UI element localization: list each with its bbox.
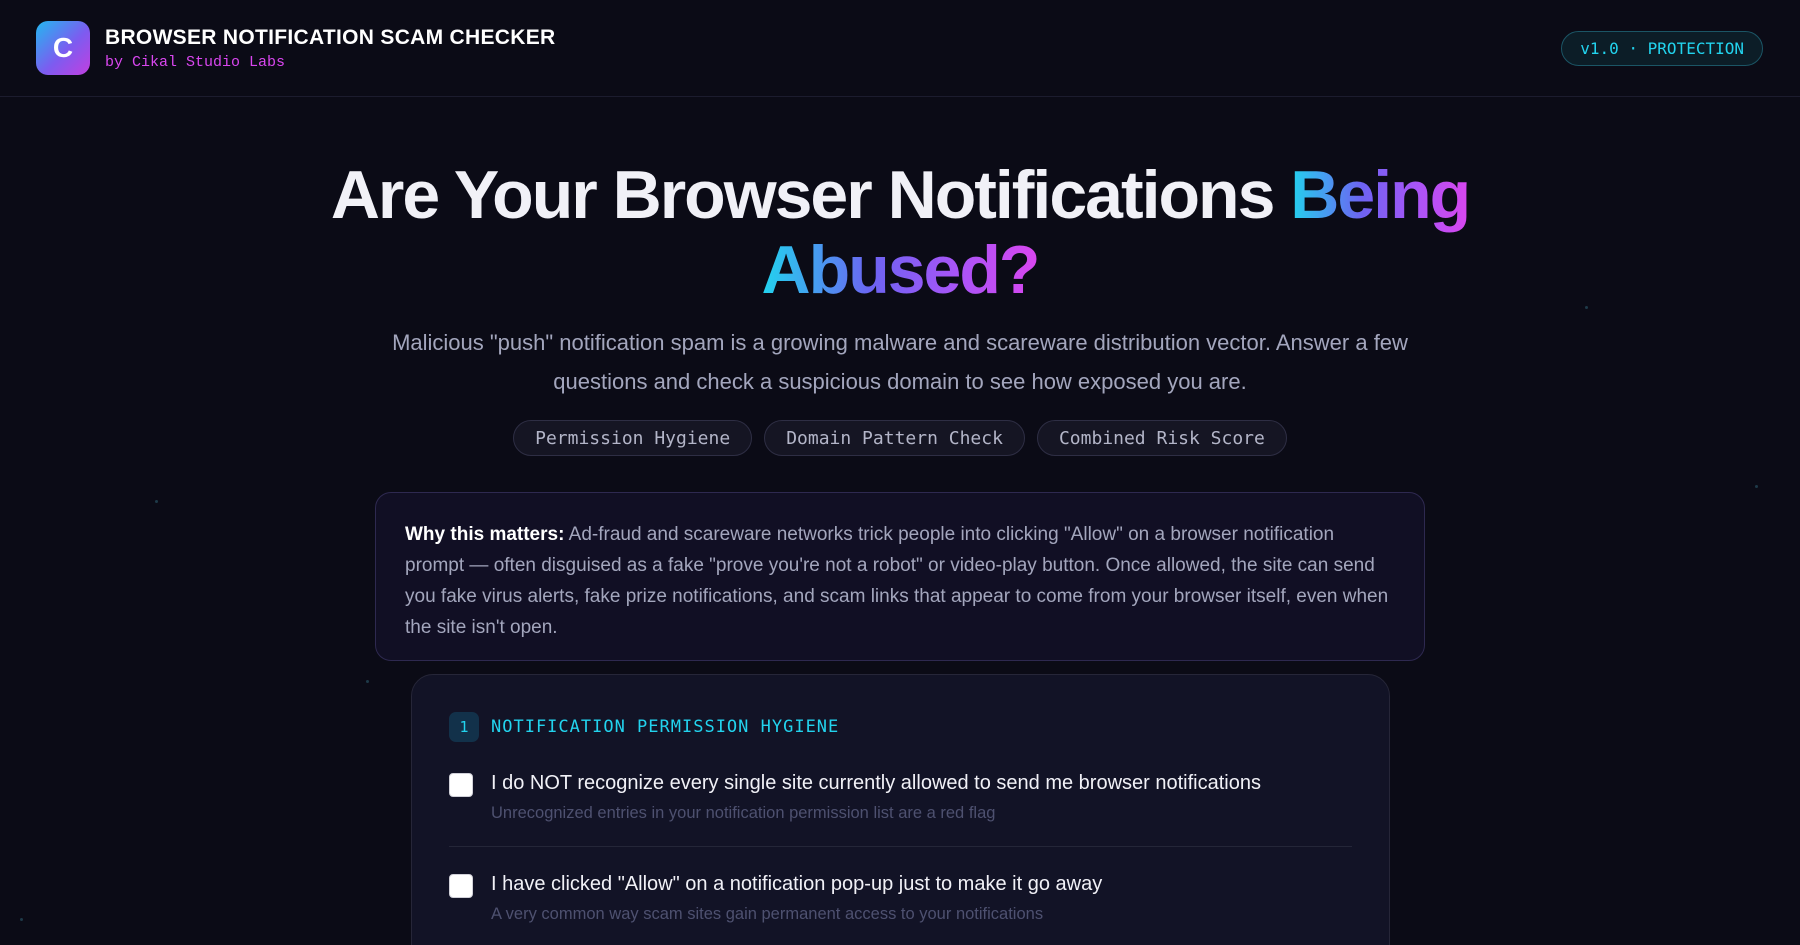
pill-domain-pattern-check: Domain Pattern Check xyxy=(764,420,1025,456)
hero-subtitle: Malicious "push" notification spam is a … xyxy=(392,330,1408,394)
checklist-item-text: I do NOT recognize every single site cur… xyxy=(491,770,1261,824)
background-star xyxy=(20,918,23,921)
brand[interactable]: C BROWSER NOTIFICATION SCAM CHECKER by C… xyxy=(36,21,556,75)
section-number: 1 xyxy=(449,712,479,742)
checklist-item-hint: Unrecognized entries in your notificatio… xyxy=(491,804,996,822)
app-header: C BROWSER NOTIFICATION SCAM CHECKER by C… xyxy=(0,0,1800,97)
section-header: 1 NOTIFICATION PERMISSION HYGIENE xyxy=(449,712,1352,742)
checkbox-unrecognized-sites[interactable] xyxy=(449,773,473,797)
why-this-matters-box: Why this matters: Ad-fraud and scareware… xyxy=(375,492,1425,661)
hero-title: Are Your Browser Notifications Being Abu… xyxy=(0,158,1800,308)
checklist-item[interactable]: I have clicked "Allow" on a notification… xyxy=(449,847,1352,925)
pill-permission-hygiene: Permission Hygiene xyxy=(513,420,753,456)
version-badge: v1.0 · PROTECTION xyxy=(1561,30,1763,66)
app-logo: C xyxy=(36,21,90,75)
hero-title-plain: Are Your Browser Notifications xyxy=(330,157,1291,233)
hero-title-highlight-1: Being xyxy=(1290,157,1471,233)
why-label: Why this matters: xyxy=(405,524,565,545)
logo-letter: C xyxy=(52,32,74,63)
section-title: NOTIFICATION PERMISSION HYGIENE xyxy=(491,717,840,737)
app-subtitle: by Cikal Studio Labs xyxy=(105,53,286,71)
feature-pills: Permission Hygiene Domain Pattern Check … xyxy=(0,420,1800,456)
checkbox-clicked-allow[interactable] xyxy=(449,874,473,898)
checklist-item-hint: A very common way scam sites gain perman… xyxy=(491,905,1044,923)
background-star xyxy=(155,500,158,503)
pill-combined-risk-score: Combined Risk Score xyxy=(1036,420,1287,456)
checklist-item-text: I have clicked "Allow" on a notification… xyxy=(491,871,1102,925)
background-star xyxy=(366,680,369,683)
brand-text: BROWSER NOTIFICATION SCAM CHECKER by Cik… xyxy=(105,26,556,71)
checklist-item-label: I have clicked "Allow" on a notification… xyxy=(491,873,1103,895)
checklist-item[interactable]: I do NOT recognize every single site cur… xyxy=(449,742,1352,824)
background-star xyxy=(1755,485,1758,488)
app-title: BROWSER NOTIFICATION SCAM CHECKER xyxy=(105,25,556,49)
hero-title-highlight-2: Abused? xyxy=(761,232,1041,308)
permission-hygiene-section: 1 NOTIFICATION PERMISSION HYGIENE I do N… xyxy=(411,674,1390,945)
checklist-item-label: I do NOT recognize every single site cur… xyxy=(491,772,1261,794)
